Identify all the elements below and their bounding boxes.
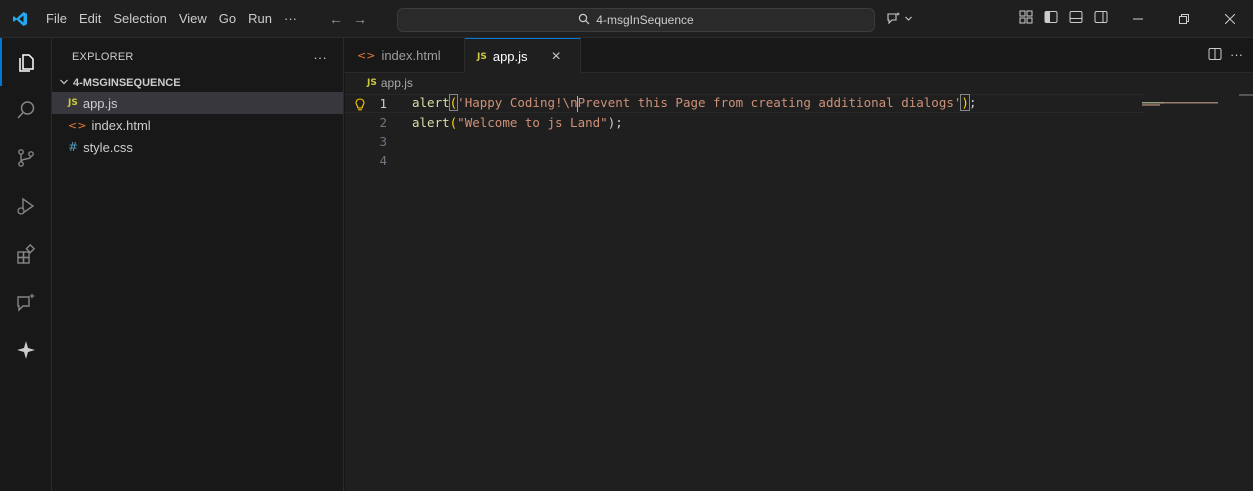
code-token: ;	[968, 95, 977, 111]
file-name: app.js	[82, 95, 118, 111]
command-center-text: 4-msgInSequence	[596, 13, 694, 27]
toggle-primary-sidebar-icon[interactable]	[1043, 9, 1059, 25]
vscode-logo-icon	[0, 0, 40, 38]
css-file-icon: #	[68, 140, 79, 154]
menu-file[interactable]: File	[40, 0, 73, 38]
menu-edit[interactable]: Edit	[73, 0, 107, 38]
editor-actions: ···	[1208, 47, 1243, 64]
editor-tab-bar: <> index.html JS app.js × ···	[345, 38, 1253, 74]
code-token: alert	[412, 115, 450, 130]
activity-bar	[0, 38, 52, 491]
code-token: Prevent this Page from creating addition…	[577, 95, 962, 111]
code-token: 'Happy Coding!\	[457, 95, 571, 111]
code-text: alert('Happy Coding!\nPrevent this Page …	[412, 94, 977, 112]
file-item-index-html[interactable]: <> index.html	[52, 114, 343, 136]
layout-controls	[1018, 9, 1109, 25]
breadcrumb: JS app.js	[345, 73, 1253, 93]
command-center-search[interactable]: 4-msgInSequence	[397, 8, 875, 32]
forward-arrow-icon[interactable]: →	[353, 11, 367, 27]
explorer-sidebar: EXPLORER ··· 4-MSGINSEQUENCE JS app.js <…	[52, 38, 344, 491]
javascript-file-icon: JS	[68, 98, 78, 108]
file-item-style-css[interactable]: # style.css	[52, 136, 343, 158]
menu-go[interactable]: Go	[213, 0, 242, 38]
line-number: 2	[379, 115, 387, 130]
editor-more-actions[interactable]: ···	[1230, 47, 1243, 64]
title-bar: File Edit Selection View Go Run ··· ← → …	[0, 0, 1253, 38]
workspace-folder-name: 4-MSGINSEQUENCE	[73, 77, 181, 89]
lightbulb-icon[interactable]	[353, 95, 367, 114]
restore-icon[interactable]	[1161, 0, 1207, 38]
toggle-secondary-sidebar-icon[interactable]	[1093, 9, 1109, 25]
code-line: 2 alert("Welcome to js Land");	[345, 113, 1145, 132]
close-tab-icon[interactable]: ×	[552, 48, 561, 66]
menu-bar: File Edit Selection View Go Run ···	[40, 0, 303, 38]
chat-icon[interactable]	[0, 278, 52, 326]
menu-view[interactable]: View	[173, 0, 213, 38]
code-token: alert	[412, 95, 450, 111]
back-arrow-icon[interactable]: ←	[329, 11, 343, 27]
split-editor-icon[interactable]	[1208, 47, 1222, 64]
run-debug-icon[interactable]	[0, 182, 52, 230]
code-token: );	[607, 115, 623, 130]
customize-layout-icon[interactable]	[1018, 9, 1034, 25]
explorer-title: EXPLORER	[72, 51, 134, 63]
explorer-header: EXPLORER ···	[52, 38, 343, 76]
code-text: alert("Welcome to js Land");	[412, 115, 623, 130]
tab-index-html[interactable]: <> index.html	[345, 38, 465, 73]
code-line: 3	[345, 132, 1145, 151]
menu-selection[interactable]: Selection	[107, 0, 172, 38]
file-name: index.html	[91, 117, 151, 133]
close-window-icon[interactable]	[1207, 0, 1253, 38]
tab-label: app.js	[492, 49, 528, 64]
search-icon[interactable]	[0, 86, 52, 134]
minimap[interactable]	[1142, 94, 1224, 106]
sparkle-icon[interactable]	[0, 326, 52, 374]
menu-more[interactable]: ···	[278, 0, 303, 38]
file-item-app-js[interactable]: JS app.js	[52, 92, 343, 114]
chevron-down-icon	[58, 76, 70, 91]
editor-group: <> index.html JS app.js × ··· JS app.js …	[345, 38, 1253, 491]
code-token: )	[960, 94, 970, 112]
window-controls	[1115, 0, 1253, 38]
toggle-panel-icon[interactable]	[1068, 9, 1084, 25]
explorer-more-actions[interactable]: ···	[313, 50, 327, 65]
code-line: 4	[345, 151, 1145, 170]
explorer-icon[interactable]	[0, 38, 52, 86]
tab-app-js[interactable]: JS app.js ×	[465, 38, 581, 74]
minimize-icon[interactable]	[1115, 0, 1161, 38]
line-number: 4	[379, 153, 387, 168]
copilot-icon	[886, 11, 902, 28]
breadcrumb-file[interactable]: app.js	[381, 76, 413, 90]
code-token: "Welcome to js Land"	[457, 115, 608, 130]
code-line: 1 alert('Happy Coding!\nPrevent this Pag…	[345, 94, 1145, 113]
extensions-icon[interactable]	[0, 230, 52, 278]
navigation-arrows: ← →	[329, 11, 367, 27]
html-file-icon: <>	[68, 118, 87, 132]
tab-label: index.html	[381, 48, 441, 63]
code-editor[interactable]: 1 alert('Happy Coding!\nPrevent this Pag…	[345, 94, 1253, 491]
javascript-file-icon: JS	[367, 78, 377, 88]
chevron-down-icon	[904, 12, 913, 26]
copilot-chat-button[interactable]	[886, 8, 913, 30]
menu-run[interactable]: Run	[242, 0, 278, 38]
html-file-icon: <>	[357, 49, 376, 62]
javascript-file-icon: JS	[477, 51, 487, 62]
source-control-icon[interactable]	[0, 134, 52, 182]
vertical-scrollbar[interactable]	[1239, 94, 1253, 491]
line-number: 3	[379, 134, 387, 149]
workspace-folder[interactable]: 4-MSGINSEQUENCE	[52, 74, 343, 92]
file-name: style.css	[83, 139, 133, 155]
search-icon	[578, 13, 590, 28]
